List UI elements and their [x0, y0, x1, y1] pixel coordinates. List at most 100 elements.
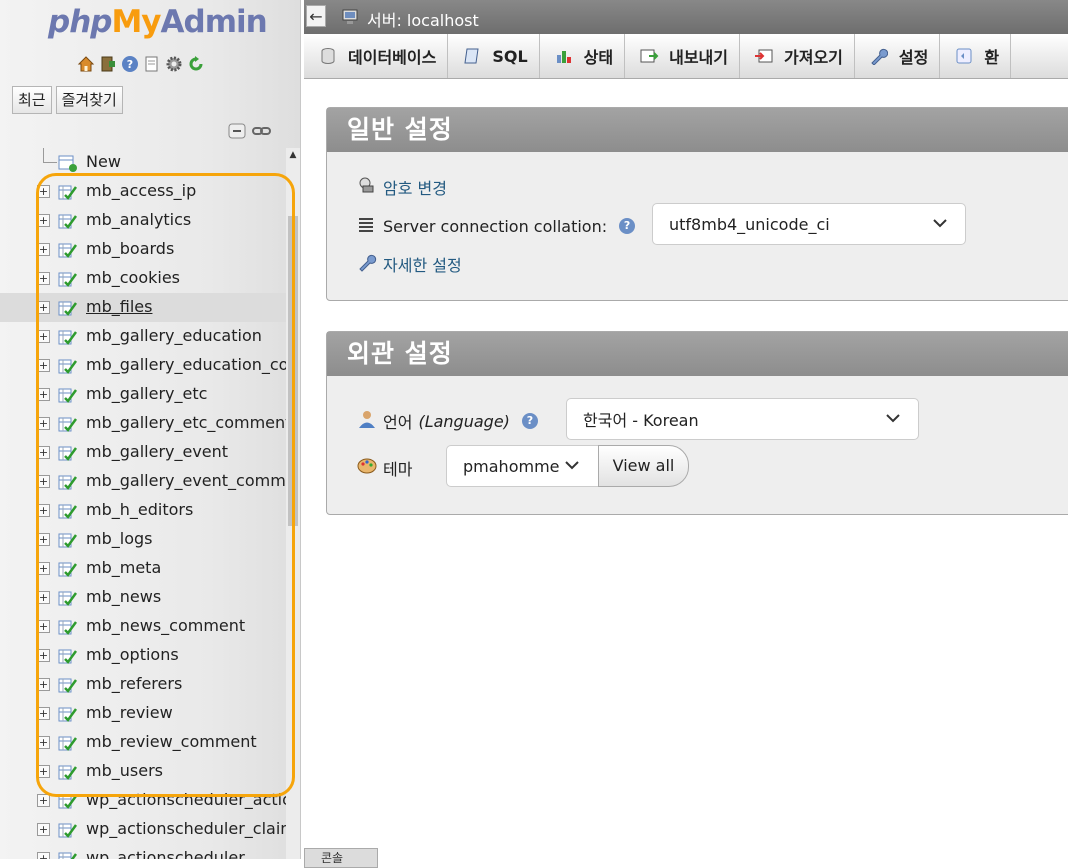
tab-6[interactable]: 설정: [855, 34, 941, 78]
table-name[interactable]: mb_gallery_education_com: [86, 355, 286, 374]
language-help-icon[interactable]: ?: [521, 413, 538, 429]
reload-icon[interactable]: [186, 54, 205, 73]
change-password-link[interactable]: 암호 변경: [383, 175, 447, 199]
view-all-themes-button[interactable]: View all: [598, 445, 689, 487]
tab-1[interactable]: 데이터베이스: [304, 34, 449, 78]
table-icon[interactable]: [58, 183, 80, 205]
phpmyadmin-logo[interactable]: phpMyAdmin: [48, 4, 268, 40]
expand-plus-icon[interactable]: +: [37, 533, 50, 546]
help-icon[interactable]: ?: [120, 54, 139, 73]
more-settings-link[interactable]: 자세한 설정: [383, 252, 462, 276]
settings-icon[interactable]: [164, 54, 183, 73]
table-name[interactable]: mb_boards: [86, 239, 174, 258]
favorites-button[interactable]: 즐겨찾기: [55, 86, 123, 114]
expand-plus-icon[interactable]: +: [37, 620, 50, 633]
scroll-thumb[interactable]: [288, 216, 298, 526]
tree-table-item[interactable]: + wp_actionscheduler_: [0, 844, 286, 859]
table-icon[interactable]: [58, 734, 80, 756]
console-toggle[interactable]: 콘솔: [304, 848, 378, 868]
table-name[interactable]: mb_referers: [86, 674, 182, 693]
expand-plus-icon[interactable]: +: [37, 446, 50, 459]
language-select[interactable]: 한국어 - Korean: [566, 398, 919, 440]
tree-table-item[interactable]: + mb_gallery_education: [0, 322, 286, 351]
home-icon[interactable]: [76, 54, 95, 73]
expand-plus-icon[interactable]: +: [37, 852, 50, 859]
table-icon[interactable]: [58, 618, 80, 640]
table-name[interactable]: mb_news: [86, 587, 161, 606]
tree-table-item[interactable]: + mb_review_comment: [0, 728, 286, 757]
nav-scrollbar[interactable]: ▲: [286, 148, 300, 859]
table-icon[interactable]: [58, 212, 80, 234]
tree-table-item[interactable]: + mb_gallery_event_commer: [0, 467, 286, 496]
table-name[interactable]: mb_h_editors: [86, 500, 193, 519]
tab-7[interactable]: 환: [940, 34, 1012, 78]
table-name[interactable]: mb_review_comment: [86, 732, 257, 751]
expand-plus-icon[interactable]: +: [37, 388, 50, 401]
expand-plus-icon[interactable]: +: [37, 243, 50, 256]
tree-new-item[interactable]: New: [0, 148, 286, 177]
table-name[interactable]: wp_actionscheduler_claims: [86, 819, 286, 838]
tree-table-item[interactable]: + mb_boards: [0, 235, 286, 264]
tree-table-item[interactable]: + mb_gallery_etc: [0, 380, 286, 409]
tree-table-item[interactable]: + mb_options: [0, 641, 286, 670]
table-name[interactable]: mb_news_comment: [86, 616, 245, 635]
table-name[interactable]: mb_meta: [86, 558, 161, 577]
expand-plus-icon[interactable]: +: [37, 301, 50, 314]
table-icon[interactable]: [58, 328, 80, 350]
table-name[interactable]: mb_files: [86, 297, 152, 316]
table-name[interactable]: mb_cookies: [86, 268, 180, 287]
table-name[interactable]: mb_logs: [86, 529, 152, 548]
expand-plus-icon[interactable]: +: [37, 330, 50, 343]
table-icon[interactable]: [58, 241, 80, 263]
table-icon[interactable]: [58, 647, 80, 669]
expand-plus-icon[interactable]: +: [37, 562, 50, 575]
table-name[interactable]: wp_actionscheduler_: [86, 848, 253, 859]
tab-3[interactable]: 상태: [540, 34, 626, 78]
table-icon[interactable]: [58, 357, 80, 379]
theme-select[interactable]: pmahomme: [446, 445, 600, 487]
expand-plus-icon[interactable]: +: [37, 649, 50, 662]
table-name[interactable]: mb_analytics: [86, 210, 191, 229]
expand-plus-icon[interactable]: +: [37, 475, 50, 488]
expand-plus-icon[interactable]: +: [37, 765, 50, 778]
table-icon[interactable]: [58, 792, 80, 814]
expand-plus-icon[interactable]: +: [37, 185, 50, 198]
table-name[interactable]: mb_options: [86, 645, 179, 664]
table-icon[interactable]: [58, 821, 80, 843]
tree-table-item[interactable]: + wp_actionscheduler_action: [0, 786, 286, 815]
table-icon[interactable]: [58, 270, 80, 292]
tree-table-item[interactable]: + mb_news_comment: [0, 612, 286, 641]
tree-table-item[interactable]: + mb_access_ip: [0, 177, 286, 206]
tree-table-item[interactable]: + mb_gallery_event: [0, 438, 286, 467]
tree-table-item[interactable]: + mb_logs: [0, 525, 286, 554]
expand-plus-icon[interactable]: +: [37, 214, 50, 227]
table-name[interactable]: mb_review: [86, 703, 173, 722]
collapse-nav-arrow[interactable]: ←: [306, 5, 326, 27]
expand-plus-icon[interactable]: +: [37, 591, 50, 604]
tree-table-item[interactable]: + mb_gallery_etc_comment: [0, 409, 286, 438]
collation-help-icon[interactable]: ?: [619, 218, 636, 234]
docs-icon[interactable]: [142, 54, 161, 73]
expand-plus-icon[interactable]: +: [37, 359, 50, 372]
table-name[interactable]: wp_actionscheduler_action: [86, 790, 286, 809]
recent-button[interactable]: 최근: [12, 86, 52, 114]
collapse-all-icon[interactable]: [228, 122, 248, 144]
table-name[interactable]: mb_access_ip: [86, 181, 196, 200]
table-icon[interactable]: [58, 560, 80, 582]
tree-table-item[interactable]: + mb_review: [0, 699, 286, 728]
expand-plus-icon[interactable]: +: [37, 823, 50, 836]
table-name[interactable]: mb_gallery_event_commer: [86, 471, 286, 490]
tree-table-item[interactable]: + mb_cookies: [0, 264, 286, 293]
table-name[interactable]: mb_gallery_education: [86, 326, 262, 345]
tree-table-item[interactable]: + mb_referers: [0, 670, 286, 699]
tree-table-item[interactable]: + mb_analytics: [0, 206, 286, 235]
logout-icon[interactable]: [98, 54, 117, 73]
table-name[interactable]: mb_gallery_etc_comment: [86, 413, 286, 432]
expand-plus-icon[interactable]: +: [37, 794, 50, 807]
table-icon[interactable]: [58, 531, 80, 553]
table-icon[interactable]: [58, 299, 80, 321]
tree-table-item[interactable]: + wp_actionscheduler_claims: [0, 815, 286, 844]
tree-table-item[interactable]: + mb_users: [0, 757, 286, 786]
tree-table-item[interactable]: + mb_news: [0, 583, 286, 612]
link-icon[interactable]: [252, 122, 272, 144]
